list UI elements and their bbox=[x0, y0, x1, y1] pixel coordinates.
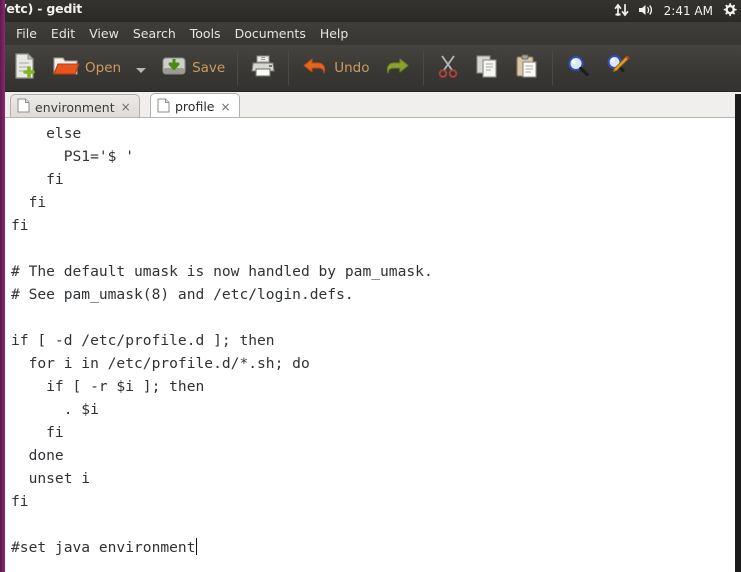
gedit-window: /etc) - gedit 2:41 AM File Edit View Sea… bbox=[0, 0, 741, 572]
redo-arrow-icon bbox=[383, 55, 411, 81]
toolbar-separator-2 bbox=[288, 51, 290, 85]
new-document-button[interactable] bbox=[5, 48, 45, 88]
clock-indicator[interactable]: 2:41 AM bbox=[664, 4, 713, 18]
tab-environment[interactable]: environment × bbox=[10, 94, 140, 117]
editor-content: if [ "$id" -eq 0 ]; then PS1='# ' else P… bbox=[11, 94, 521, 572]
document-icon bbox=[157, 98, 170, 116]
copy-button[interactable] bbox=[467, 48, 507, 88]
open-button[interactable]: Open bbox=[45, 48, 128, 88]
menu-tools[interactable]: Tools bbox=[183, 24, 228, 44]
folder-open-icon bbox=[52, 53, 80, 83]
text-cursor bbox=[195, 538, 197, 555]
undo-arrow-icon bbox=[301, 55, 329, 81]
paste-icon bbox=[514, 53, 540, 83]
tab-profile[interactable]: profile × bbox=[150, 93, 240, 117]
tab-environment-label: environment bbox=[35, 99, 115, 115]
tab-profile-close-icon[interactable]: × bbox=[219, 101, 231, 113]
window-right-edge bbox=[735, 94, 741, 572]
save-icon bbox=[161, 53, 187, 83]
toolbar-separator-4 bbox=[552, 51, 554, 85]
undo-button-label: Undo bbox=[334, 60, 370, 76]
document-icon bbox=[17, 98, 30, 116]
menu-bar: File Edit View Search Tools Documents He… bbox=[0, 22, 741, 45]
window-title: /etc) - gedit bbox=[2, 1, 83, 16]
print-button[interactable] bbox=[243, 48, 283, 88]
menu-file[interactable]: File bbox=[9, 24, 44, 44]
tab-environment-close-icon[interactable]: × bbox=[120, 101, 132, 113]
menu-view[interactable]: View bbox=[82, 24, 126, 44]
search-icon bbox=[565, 53, 591, 83]
text-editor-area[interactable]: if [ "$id" -eq 0 ]; then PS1='# ' else P… bbox=[5, 94, 735, 572]
printer-icon bbox=[250, 53, 276, 83]
menu-help[interactable]: Help bbox=[313, 24, 356, 44]
redo-button[interactable] bbox=[376, 48, 418, 88]
open-button-label: Open bbox=[85, 60, 122, 76]
find-button[interactable] bbox=[558, 48, 598, 88]
new-document-icon bbox=[12, 52, 38, 84]
chevron-down-icon bbox=[135, 59, 147, 78]
open-dropdown-arrow-button[interactable] bbox=[128, 48, 154, 88]
find-replace-icon bbox=[605, 53, 631, 83]
save-button[interactable]: Save bbox=[154, 48, 232, 88]
undo-button[interactable]: Undo bbox=[294, 48, 376, 88]
cut-button[interactable] bbox=[429, 48, 467, 88]
replace-button[interactable] bbox=[598, 48, 638, 88]
copy-icon bbox=[474, 53, 500, 83]
scissors-icon bbox=[436, 53, 460, 83]
system-indicators: 2:41 AM bbox=[614, 0, 737, 22]
editor-text-before-caret: if [ "$id" -eq 0 ]; then PS1='# ' else P… bbox=[11, 94, 433, 556]
network-updown-icon[interactable] bbox=[614, 2, 629, 21]
volume-icon[interactable] bbox=[638, 2, 655, 21]
tab-bar: environment × profile × bbox=[5, 92, 741, 118]
tab-profile-label: profile bbox=[175, 99, 215, 114]
menu-edit[interactable]: Edit bbox=[44, 24, 82, 44]
title-bar: /etc) - gedit 2:41 AM bbox=[0, 0, 741, 22]
save-button-label: Save bbox=[192, 60, 226, 76]
toolbar-separator-3 bbox=[423, 51, 425, 85]
toolbar-separator-1 bbox=[237, 51, 239, 85]
window-left-edge bbox=[0, 0, 5, 572]
gear-icon[interactable] bbox=[722, 2, 737, 21]
toolbar: Open Save Undo bbox=[0, 45, 741, 92]
menu-search[interactable]: Search bbox=[126, 24, 183, 44]
paste-button[interactable] bbox=[507, 48, 547, 88]
menu-documents[interactable]: Documents bbox=[228, 24, 313, 44]
